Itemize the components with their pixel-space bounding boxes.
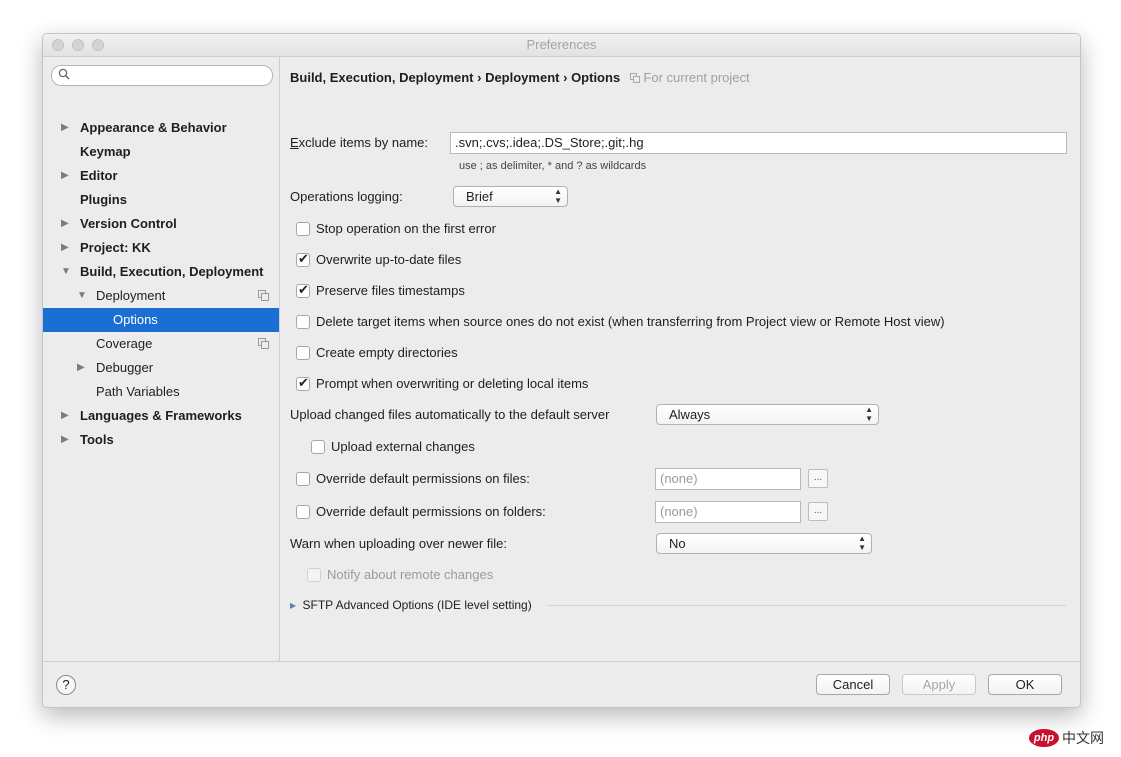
sidebar-item-project[interactable]: ▶ Project: KK <box>43 236 279 260</box>
expand-arrow-icon: ▶ <box>61 410 69 421</box>
breadcrumb-separator: › <box>477 70 482 85</box>
prompt-overwriting-label: Prompt when overwriting or deleting loca… <box>316 376 589 391</box>
overwrite-up-to-date-checkbox[interactable] <box>296 251 310 267</box>
sidebar-item-appearance-behavior[interactable]: ▶ Appearance & Behavior <box>43 116 279 140</box>
sidebar-item-options[interactable]: Options <box>43 308 279 332</box>
php-logo: php <box>1029 729 1059 747</box>
preserve-timestamps-label: Preserve files timestamps <box>316 283 465 298</box>
breadcrumb-options: Options <box>571 70 621 85</box>
settings-sidebar: ▶ Appearance & Behavior Keymap ▶ Editor … <box>43 57 280 661</box>
delete-target-items-checkbox[interactable] <box>296 315 310 329</box>
site-watermark: php 中文网 <box>1029 727 1114 749</box>
settings-content: Build, Execution, Deployment › Deploymen… <box>280 57 1080 661</box>
breadcrumb-deployment[interactable]: Deployment <box>485 70 559 85</box>
stop-on-first-error-checkbox[interactable] <box>296 222 310 236</box>
search-icon <box>58 68 70 80</box>
delete-target-items-label: Delete target items when source ones do … <box>316 314 945 329</box>
settings-search-input[interactable] <box>51 65 273 86</box>
override-folders-permissions-checkbox[interactable] <box>296 505 310 519</box>
sidebar-item-languages-frameworks[interactable]: ▶ Languages & Frameworks <box>43 404 279 428</box>
sidebar-item-editor[interactable]: ▶ Editor <box>43 164 279 188</box>
expand-arrow-icon: ▶ <box>61 170 69 181</box>
window-title: Preferences <box>526 37 597 52</box>
sidebar-item-version-control[interactable]: ▶ Version Control <box>43 212 279 236</box>
folder-permissions-browse-button[interactable]: ... <box>808 502 828 521</box>
project-scope-icon <box>258 290 269 301</box>
prompt-overwriting-checkbox[interactable] <box>296 375 310 391</box>
exclude-items-input[interactable]: .svn;.cvs;.idea;.DS_Store;.git;.hg <box>450 132 1067 154</box>
apply-button[interactable]: Apply <box>902 674 976 695</box>
sidebar-item-keymap[interactable]: Keymap <box>43 140 279 164</box>
expand-arrow-icon: ▶ <box>77 362 85 373</box>
sidebar-item-tools[interactable]: ▶ Tools <box>43 428 279 452</box>
exclude-items-label: Exclude items by name: <box>290 135 429 150</box>
sidebar-item-deployment[interactable]: ▼ Deployment <box>43 284 279 308</box>
sidebar-item-debugger[interactable]: ▶ Debugger <box>43 356 279 380</box>
watermark-text: 中文网 <box>1062 730 1104 746</box>
ok-button[interactable]: OK <box>988 674 1062 695</box>
updown-arrows-icon: ▲ ▼ <box>865 405 873 423</box>
section-divider <box>547 605 1066 606</box>
sidebar-item-build-execution-deployment[interactable]: ▼ Build, Execution, Deployment <box>43 260 279 284</box>
override-files-permissions-label: Override default permissions on files: <box>316 471 530 486</box>
collapse-arrow-icon: ▼ <box>61 266 71 277</box>
notify-remote-changes-checkbox[interactable] <box>307 568 321 582</box>
expand-arrow-icon: ▶ <box>61 122 69 133</box>
sidebar-item-path-variables[interactable]: Path Variables <box>43 380 279 404</box>
upload-external-changes-checkbox[interactable] <box>311 440 325 454</box>
expand-arrow-icon: ▶ <box>61 242 69 253</box>
cancel-button[interactable]: Cancel <box>816 674 890 695</box>
override-folders-permissions-label: Override default permissions on folders: <box>316 504 546 519</box>
file-permissions-input[interactable]: (none) <box>655 468 801 490</box>
title-bar: Preferences <box>43 34 1080 57</box>
folder-permissions-input[interactable]: (none) <box>655 501 801 523</box>
exclude-items-hint: use ; as delimiter, * and ? as wildcards <box>459 160 647 172</box>
sftp-advanced-options-toggle[interactable]: ▶ SFTP Advanced Options (IDE level setti… <box>290 598 532 613</box>
preserve-timestamps-checkbox[interactable] <box>296 282 310 298</box>
breadcrumb: Build, Execution, Deployment › Deploymen… <box>290 69 750 86</box>
override-files-permissions-checkbox[interactable] <box>296 472 310 486</box>
collapse-arrow-icon: ▼ <box>77 290 87 301</box>
upload-automatically-label: Upload changed files automatically to th… <box>290 407 610 422</box>
stop-on-first-error-label: Stop operation on the first error <box>316 221 496 236</box>
updown-arrows-icon: ▲ ▼ <box>554 187 562 205</box>
operations-logging-select[interactable]: Brief ▲ ▼ <box>453 186 568 207</box>
operations-logging-label: Operations logging: <box>290 189 403 204</box>
notify-remote-changes-label: Notify about remote changes <box>327 567 494 582</box>
scope-label: For current project <box>643 70 750 85</box>
upload-external-changes-label: Upload external changes <box>331 439 475 454</box>
project-scope-icon <box>258 338 269 349</box>
updown-arrows-icon: ▲ ▼ <box>858 534 866 552</box>
file-permissions-browse-button[interactable]: ... <box>808 469 828 488</box>
create-empty-directories-label: Create empty directories <box>316 345 458 360</box>
upload-automatically-select[interactable]: Always ▲ ▼ <box>656 404 879 425</box>
preferences-window: Preferences ▶ Appearance & Behavior Keym… <box>42 33 1081 708</box>
dialog-footer: ? Cancel Apply OK <box>43 661 1080 707</box>
breadcrumb-separator: › <box>563 70 568 85</box>
warn-newer-file-select[interactable]: No ▲ ▼ <box>656 533 872 554</box>
sidebar-item-coverage[interactable]: Coverage <box>43 332 279 356</box>
expand-arrow-icon: ▶ <box>61 218 69 229</box>
breadcrumb-build[interactable]: Build, Execution, Deployment <box>290 70 473 85</box>
project-scope-icon <box>629 73 640 83</box>
create-empty-directories-checkbox[interactable] <box>296 346 310 360</box>
expand-arrow-icon: ▶ <box>61 434 69 445</box>
warn-newer-file-label: Warn when uploading over newer file: <box>290 536 508 551</box>
expand-arrow-icon: ▶ <box>290 601 297 610</box>
sidebar-item-plugins[interactable]: Plugins <box>43 188 279 212</box>
help-button[interactable]: ? <box>56 675 76 695</box>
overwrite-up-to-date-label: Overwrite up-to-date files <box>316 252 462 267</box>
